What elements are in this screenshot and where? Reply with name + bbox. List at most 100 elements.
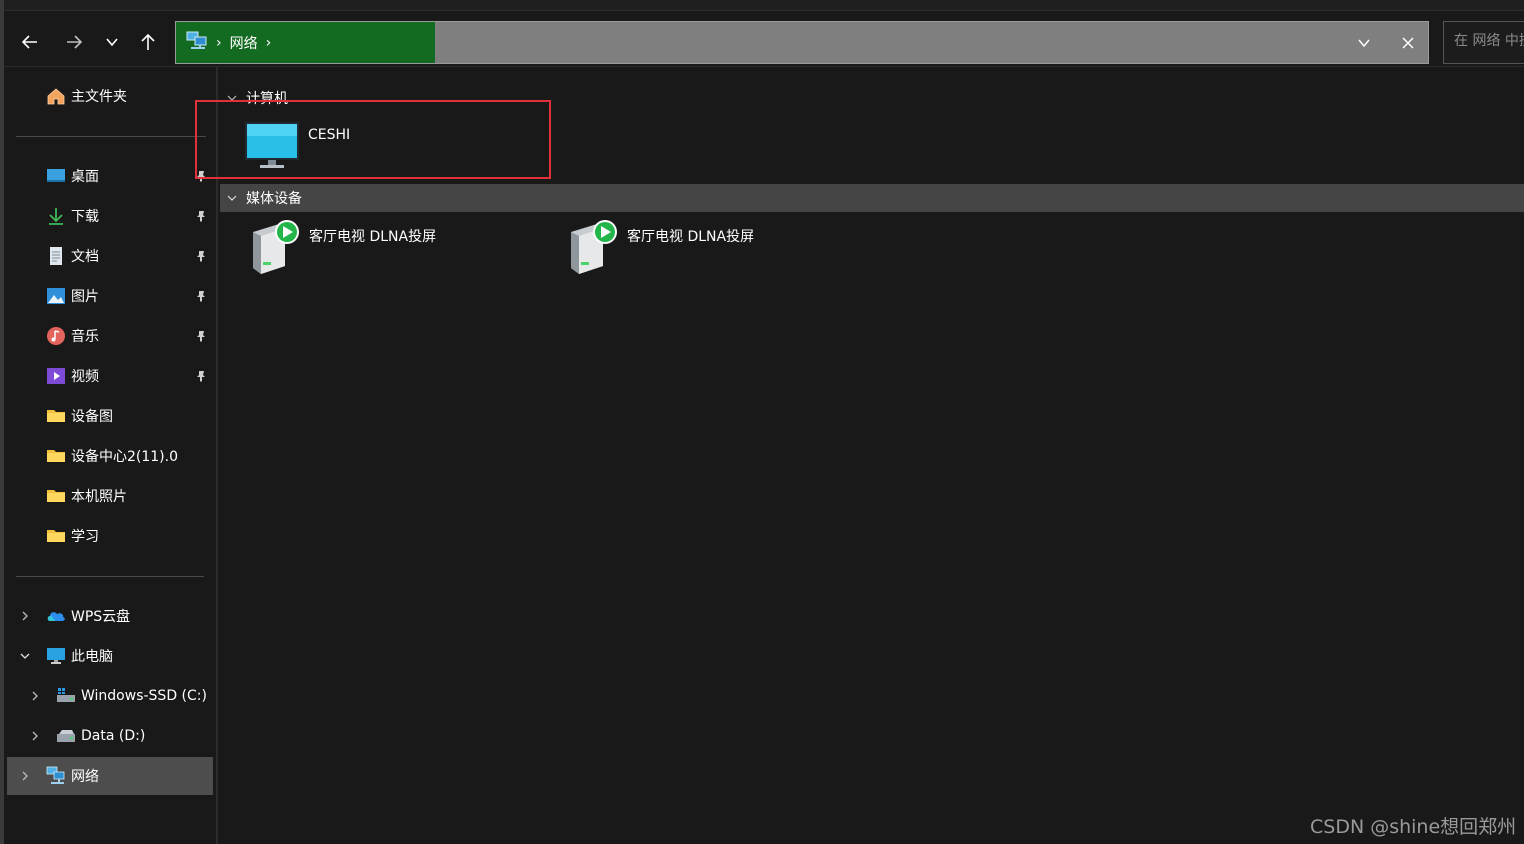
sidebar-item-label: 网络 xyxy=(71,769,99,785)
group-title: 媒体设备 xyxy=(246,191,302,207)
breadcrumb-separator: › xyxy=(216,34,222,51)
folder-icon xyxy=(46,526,66,546)
window-top-edge xyxy=(0,0,1524,11)
sidebar-item-wps-cloud[interactable]: WPS云盘 xyxy=(46,597,130,635)
forward-button[interactable] xyxy=(58,26,90,58)
computer-name: CESHI xyxy=(308,127,351,143)
monitor-icon xyxy=(244,120,300,174)
pin-icon[interactable] xyxy=(194,289,208,303)
toolbar-divider xyxy=(4,66,1524,67)
download-icon xyxy=(46,206,66,226)
sidebar-item-this-pc[interactable]: 此电脑 xyxy=(46,637,113,675)
sidebar-item-label: WPS云盘 xyxy=(71,609,131,625)
sidebar-item-label: 设备中心2(11).0 xyxy=(71,449,179,465)
sidebar-item-label: 音乐 xyxy=(71,329,99,345)
cloud-icon xyxy=(46,606,66,626)
sidebar-item-drive-d[interactable]: Data (D:) xyxy=(56,717,145,755)
sidebar-item-folder[interactable]: 本机照片 xyxy=(46,477,127,515)
sidebar-item-network[interactable]: 网络 xyxy=(46,757,99,795)
chevron-right-icon[interactable] xyxy=(17,768,33,784)
media-device-tile[interactable]: 客厅电视 DLNA投屏 xyxy=(567,218,867,278)
chevron-right-icon[interactable] xyxy=(27,728,43,744)
drive-icon xyxy=(56,726,76,746)
sidebar-item-label: 主文件夹 xyxy=(71,89,127,105)
pin-icon[interactable] xyxy=(194,169,208,183)
media-device-name: 客厅电视 DLNA投屏 xyxy=(309,229,437,245)
sidebar-item-label: Windows-SSD (C:) xyxy=(81,688,207,704)
sidebar-item-label: 下载 xyxy=(71,209,99,225)
recent-locations-button[interactable] xyxy=(96,26,128,58)
sidebar-item-label: 图片 xyxy=(71,289,99,305)
chevron-down-icon xyxy=(226,93,242,103)
breadcrumb-item-network[interactable]: 网络 xyxy=(230,33,258,53)
sidebar-item-label: 视频 xyxy=(71,369,99,385)
network-icon xyxy=(186,31,208,55)
sidebar-item-label: 桌面 xyxy=(71,169,99,185)
group-title: 计算机 xyxy=(246,91,288,107)
sidebar-item-label: 文档 xyxy=(71,249,99,265)
sidebar-item-label: 设备图 xyxy=(71,409,113,425)
pin-icon[interactable] xyxy=(194,329,208,343)
sidebar-item-folder[interactable]: 设备中心2(11).0 xyxy=(46,437,178,475)
computer-icon xyxy=(46,646,66,666)
back-button[interactable] xyxy=(14,26,46,58)
search-input[interactable] xyxy=(1452,32,1524,50)
pin-icon[interactable] xyxy=(194,369,208,383)
computer-tile[interactable]: CESHI xyxy=(244,120,544,174)
close-icon xyxy=(1402,37,1414,49)
sidebar-item-label: 此电脑 xyxy=(71,649,113,665)
arrow-up-icon xyxy=(141,33,155,50)
group-header-computers[interactable]: 计算机 xyxy=(220,84,1524,112)
arrow-right-icon xyxy=(67,35,83,49)
media-server-icon xyxy=(567,218,621,278)
up-button[interactable] xyxy=(132,26,164,58)
search-box[interactable] xyxy=(1443,21,1524,64)
chevron-down-icon xyxy=(106,38,118,47)
chevron-right-icon[interactable] xyxy=(27,688,43,704)
sidebar-divider xyxy=(16,576,204,577)
sidebar-item-home[interactable]: 主文件夹 xyxy=(46,77,127,115)
address-bar[interactable]: › 网络 › xyxy=(175,21,1429,64)
watermark: CSDN @shine想回郑州 xyxy=(1310,816,1517,838)
pin-icon[interactable] xyxy=(194,209,208,223)
windows-drive-icon xyxy=(56,686,76,706)
sidebar-item-music[interactable]: 音乐 xyxy=(46,317,99,355)
pictures-icon xyxy=(46,286,66,306)
network-icon xyxy=(46,766,66,786)
chevron-down-icon[interactable] xyxy=(17,648,33,664)
folder-icon xyxy=(46,406,66,426)
sidebar-item-documents[interactable]: 文档 xyxy=(46,237,99,275)
sidebar-selection-highlight xyxy=(7,757,213,795)
sidebar-item-videos[interactable]: 视频 xyxy=(46,357,99,395)
desktop-icon xyxy=(46,166,66,186)
breadcrumb-separator[interactable]: › xyxy=(266,35,272,51)
chevron-down-icon xyxy=(1358,39,1370,48)
breadcrumb: › 网络 › xyxy=(176,22,435,63)
media-device-name: 客厅电视 DLNA投屏 xyxy=(627,229,755,245)
address-clear-button[interactable] xyxy=(1392,27,1424,59)
home-icon xyxy=(46,86,66,106)
sidebar-item-drive-c[interactable]: Windows-SSD (C:) xyxy=(56,677,207,715)
sidebar-item-label: Data (D:) xyxy=(81,728,146,744)
sidebar-item-folder[interactable]: 学习 xyxy=(46,517,99,555)
pin-icon[interactable] xyxy=(194,249,208,263)
sidebar-item-desktop[interactable]: 桌面 xyxy=(46,157,99,195)
sidebar-divider xyxy=(16,136,206,137)
address-history-button[interactable] xyxy=(1348,27,1380,59)
media-server-icon xyxy=(249,218,303,278)
video-icon xyxy=(46,366,66,386)
folder-icon xyxy=(46,486,66,506)
chevron-down-icon xyxy=(226,193,242,203)
sidebar-item-pictures[interactable]: 图片 xyxy=(46,277,99,315)
pane-splitter[interactable] xyxy=(216,67,218,844)
group-header-media[interactable]: 媒体设备 xyxy=(220,184,1524,212)
document-icon xyxy=(46,246,66,266)
sidebar-item-downloads[interactable]: 下载 xyxy=(46,197,99,235)
arrow-left-icon xyxy=(21,35,37,49)
chevron-right-icon[interactable] xyxy=(17,608,33,624)
media-device-tile[interactable]: 客厅电视 DLNA投屏 xyxy=(249,218,549,278)
sidebar-item-folder[interactable]: 设备图 xyxy=(46,397,113,435)
sidebar-item-label: 学习 xyxy=(71,529,99,545)
music-icon xyxy=(46,326,66,346)
folder-icon xyxy=(46,446,66,466)
